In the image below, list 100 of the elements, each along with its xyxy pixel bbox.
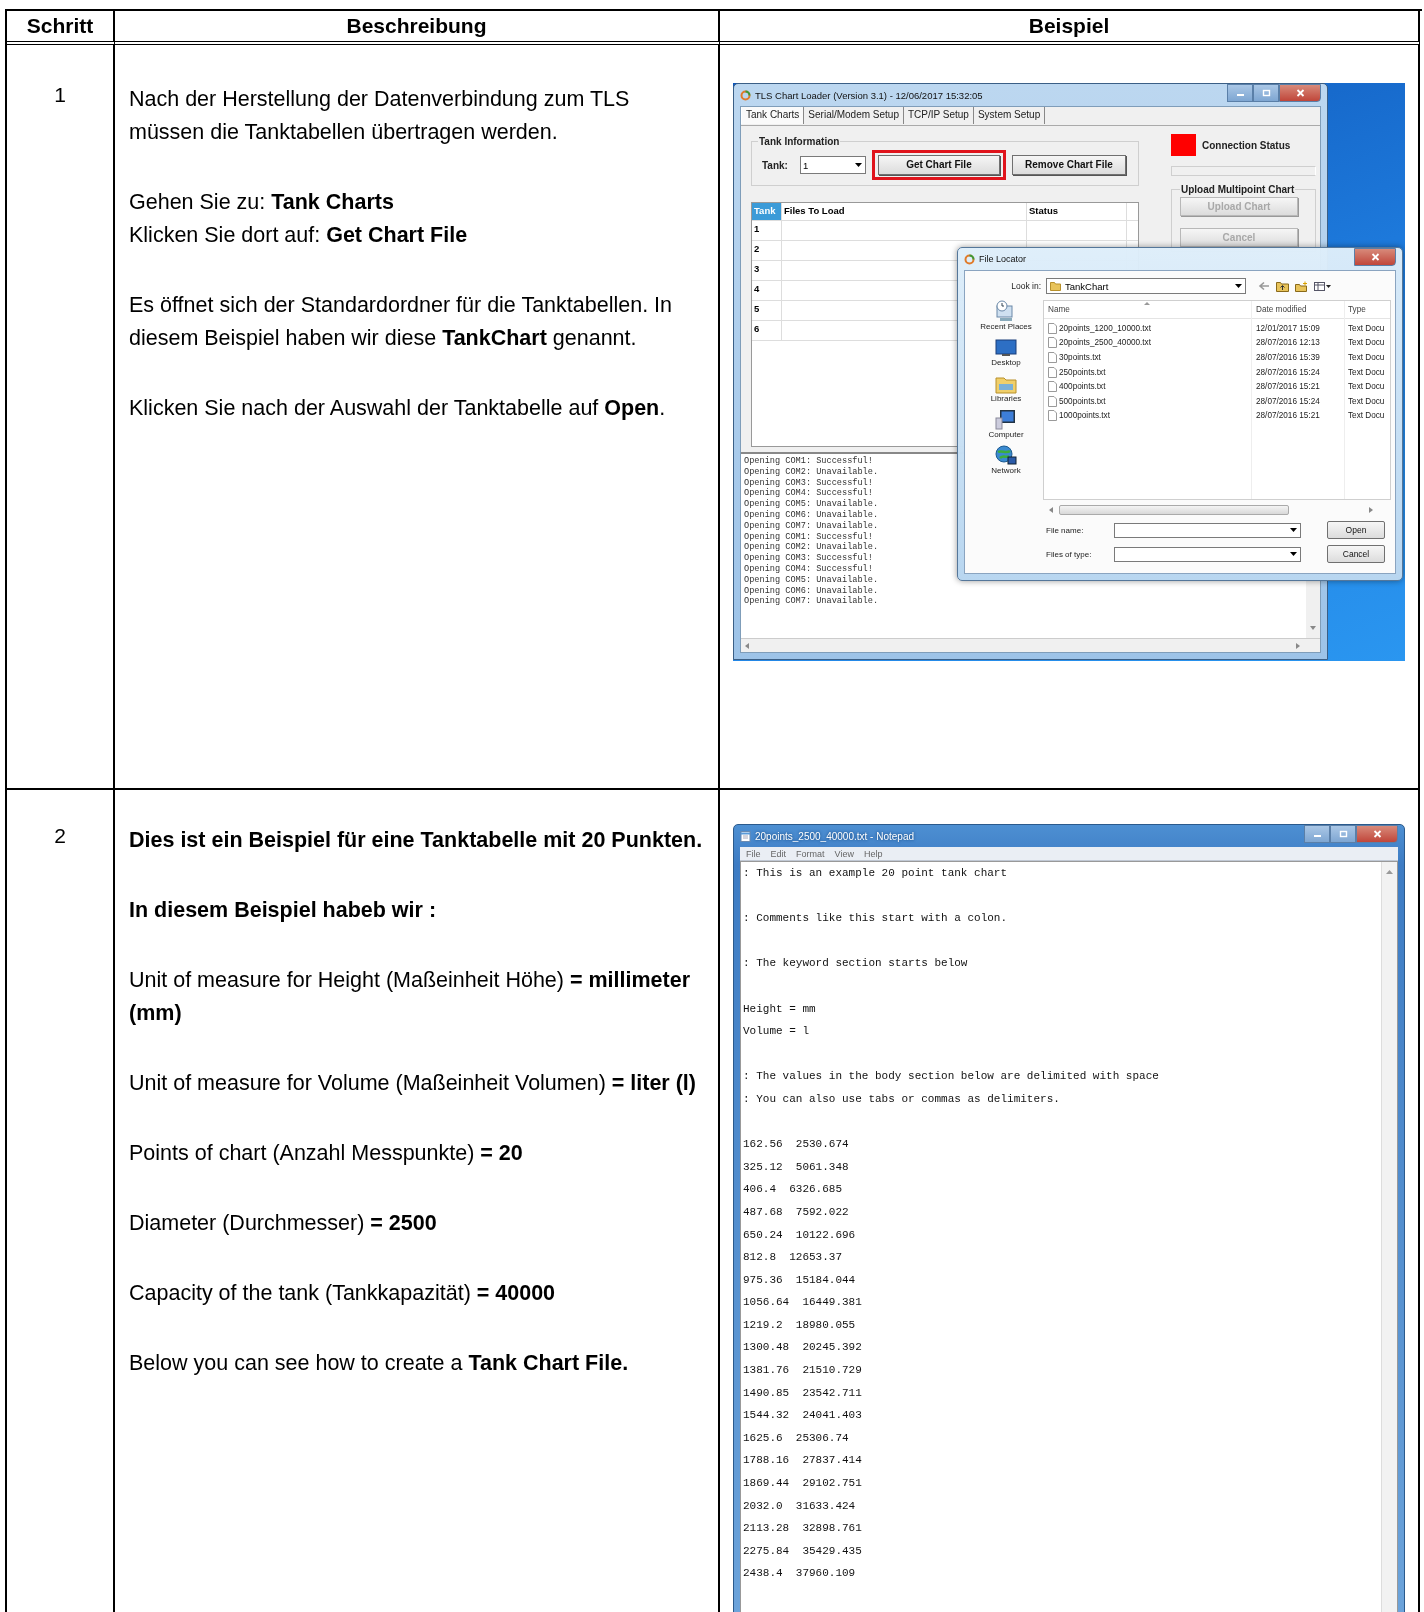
log-line: Opening COM7: Unavailable.: [744, 520, 879, 532]
place-label[interactable]: Computer: [988, 430, 1024, 439]
column-header[interactable]: Name: [1044, 305, 1252, 314]
dropdown-arrow-icon: [1235, 284, 1242, 288]
file-name[interactable]: 30points.txt: [1059, 353, 1101, 362]
place-label[interactable]: Recent Places: [980, 322, 1032, 331]
close-icon: [1372, 830, 1382, 838]
log-line: Opening COM5: Unavailable.: [744, 499, 879, 510]
sort-arrow-icon: [1144, 302, 1150, 305]
row-number: 1: [752, 221, 782, 240]
button[interactable]: Remove Chart File: [1011, 155, 1126, 175]
dropdown-field[interactable]: [1114, 522, 1301, 538]
place-label[interactable]: Network: [991, 466, 1021, 475]
document-icon: [1048, 410, 1057, 422]
menu-item[interactable]: Help: [863, 848, 883, 859]
column-header[interactable]: Type: [1344, 305, 1390, 314]
log-line: Opening COM2: Unavailable.: [744, 542, 879, 553]
close-icon: [1370, 253, 1380, 261]
text-line: 487.68 7592.022: [743, 1204, 850, 1220]
place-label[interactable]: Desktop: [991, 358, 1021, 367]
instruction-text: Nach der Herstellung der Datenverbindung zum TLS müssen die Tanktabellen übertragen werden.: [129, 86, 631, 146]
place-label[interactable]: Libraries: [990, 394, 1022, 403]
up-folder-icon[interactable]: [1276, 280, 1289, 292]
file-type: Text Docu: [1347, 396, 1386, 406]
log-line: Opening COM6: Unavailable.: [744, 510, 879, 521]
tab[interactable]: TCP/IP Setup: [903, 107, 974, 124]
file-date: 12/01/2017 15:09: [1255, 323, 1321, 333]
file-name[interactable]: 1000points.txt: [1059, 411, 1110, 421]
maximize-icon: [1261, 89, 1271, 97]
dropdown-arrow-icon: [854, 163, 862, 167]
text-line: 1544.32 24041.403: [743, 1408, 863, 1424]
file-name[interactable]: 250points.txt: [1059, 367, 1106, 377]
button[interactable]: Get Chart File: [877, 155, 1000, 175]
close-icon: [1295, 89, 1305, 97]
menu-item[interactable]: Edit: [770, 848, 787, 859]
minimize-button[interactable]: [1227, 84, 1253, 102]
field-label: Files of type:: [1046, 549, 1093, 559]
desktop-icon[interactable]: [994, 336, 1018, 358]
computer-icon[interactable]: [994, 408, 1018, 430]
column-header[interactable]: Status: [1027, 203, 1127, 220]
file-name[interactable]: 20points_1200_10000.txt: [1059, 323, 1151, 333]
tab[interactable]: Serial/Modem Setup: [804, 107, 904, 124]
horizontal-scrollbar[interactable]: [741, 638, 1320, 652]
instruction-text: Dies ist ein Beispiel für eine Tanktabelle mit 20 Punkten.: [129, 827, 704, 854]
maximize-button[interactable]: [1330, 825, 1356, 843]
minimize-button[interactable]: [1304, 825, 1330, 843]
scroll-down-icon: [1310, 626, 1316, 630]
instruction-text: Es öffnet sich der Standardordner für die Tanktabellen. In diesem Beispiel haben wir diese TankChart genannt.: [129, 292, 674, 352]
file-name[interactable]: 400points.txt: [1059, 382, 1106, 392]
button[interactable]: Open: [1327, 521, 1385, 539]
file-type: Text Docu: [1347, 367, 1386, 377]
network-icon[interactable]: [994, 444, 1018, 466]
document-icon: [1048, 381, 1057, 393]
tank-dropdown[interactable]: 1: [799, 156, 866, 174]
text-line: 162.56 2530.674: [743, 1137, 850, 1153]
text-line: Height = mm: [743, 1001, 817, 1017]
row-number: 3: [752, 261, 782, 280]
dropdown-field[interactable]: [1114, 546, 1301, 562]
field-label: Look in:: [1010, 281, 1041, 291]
column-header: Schritt: [7, 11, 115, 45]
scroll-right-icon: [1296, 642, 1300, 649]
window-title: File Locator: [979, 254, 1027, 264]
file-type: Text Docu: [1347, 323, 1386, 333]
row-number: 4: [752, 281, 782, 300]
text-line: 406.4 6326.685: [743, 1182, 844, 1198]
text-line: 2032.0 31633.424: [743, 1498, 857, 1514]
folder-dropdown[interactable]: TankChart: [1046, 278, 1246, 294]
tab[interactable]: Tank Charts: [741, 107, 805, 124]
log-line: Opening COM1: Successful!: [744, 456, 873, 467]
button[interactable]: Cancel: [1327, 545, 1385, 563]
view-menu-icon[interactable]: [1314, 281, 1331, 291]
new-folder-icon[interactable]: [1295, 280, 1308, 292]
close-button[interactable]: [1356, 825, 1398, 843]
maximize-button[interactable]: [1253, 84, 1279, 102]
text-line: 1219.2 18980.055: [743, 1317, 857, 1333]
file-name[interactable]: 20points_2500_40000.txt: [1059, 338, 1151, 348]
text-line: 2275.84 35429.435: [743, 1543, 863, 1559]
file-date: 28/07/2016 15:39: [1255, 353, 1321, 362]
field-label: File name:: [1046, 525, 1085, 535]
group-title: Tank Information: [758, 136, 841, 147]
tab[interactable]: System Setup: [973, 107, 1046, 124]
vertical-scrollbar[interactable]: [1381, 862, 1397, 1612]
column-header[interactable]: Files To Load: [782, 203, 1027, 220]
column-header[interactable]: Date modified: [1252, 305, 1344, 314]
file-name[interactable]: 500points.txt: [1059, 396, 1106, 406]
scroll-left-icon: [745, 642, 749, 649]
close-button[interactable]: [1279, 84, 1321, 102]
close-button[interactable]: [1354, 248, 1396, 266]
field-label: Tank:: [762, 159, 788, 171]
menu-item[interactable]: File: [746, 848, 761, 859]
text-line: 1056.64 16449.381: [743, 1295, 863, 1311]
text-line: : You can also use tabs or commas as delimiters.: [743, 1091, 1061, 1107]
menu-item[interactable]: View: [834, 848, 854, 859]
back-arrow-icon[interactable]: [1258, 281, 1270, 291]
menu-item[interactable]: Format: [796, 848, 825, 859]
status-label: Connection Status: [1202, 139, 1291, 151]
document-icon: [1048, 395, 1057, 407]
text-line: 325.12 5061.348: [743, 1159, 850, 1175]
ring-icon: [964, 253, 975, 265]
document-icon: [1048, 322, 1057, 334]
